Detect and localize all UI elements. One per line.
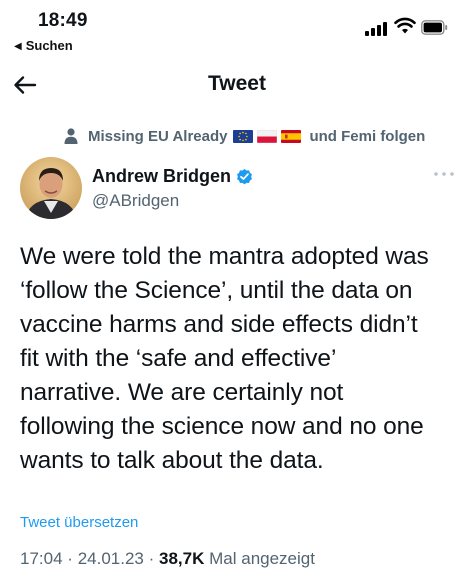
view-count: 38,7K <box>159 549 205 568</box>
cellular-signal-icon <box>365 20 389 36</box>
translate-tweet-link[interactable]: Tweet übersetzen <box>20 514 138 531</box>
social-context-text: Missing EU Already <box>88 127 228 145</box>
spain-flag-icon <box>281 129 302 143</box>
social-context[interactable]: Missing EU Already und Femi folgen <box>62 125 425 147</box>
author-name-label: Andrew Bridgen <box>92 166 232 186</box>
avatar[interactable] <box>20 157 82 219</box>
nav-header: Tweet <box>0 66 474 106</box>
view-count-label: Mal angezeigt <box>209 549 315 568</box>
author-handle[interactable]: @ABridgen <box>92 191 179 211</box>
poland-flag-icon <box>257 129 278 143</box>
status-bar: 18:49 ◀ Suchen <box>0 0 474 58</box>
meta-separator: · <box>148 549 155 568</box>
avatar-image <box>20 157 82 219</box>
verified-badge-icon <box>237 168 252 185</box>
social-context-suffix: und Femi folgen <box>309 127 426 145</box>
tweet-text: We were told the mantra adopted was ‘fol… <box>20 243 429 474</box>
status-time: 18:49 <box>38 10 88 31</box>
author-name[interactable]: Andrew Bridgen <box>92 166 254 187</box>
more-horizontal-icon[interactable] <box>432 168 456 180</box>
battery-icon <box>421 20 448 35</box>
back-triangle-icon: ◀ <box>14 41 22 52</box>
back-to-app-link[interactable]: ◀ Suchen <box>14 38 73 53</box>
tweet-meta: 17:04 · 24.01.23 · 38,7K Mal angezeigt <box>20 549 315 569</box>
back-app-label: Suchen <box>25 38 73 53</box>
eu-flag-icon <box>233 129 254 143</box>
tweet-date[interactable]: 24.01.23 <box>78 549 144 568</box>
tweet-time[interactable]: 17:04 <box>20 549 63 568</box>
person-icon <box>64 128 78 144</box>
wifi-icon <box>394 17 416 34</box>
page-title: Tweet <box>208 72 266 95</box>
meta-separator: · <box>67 549 73 568</box>
